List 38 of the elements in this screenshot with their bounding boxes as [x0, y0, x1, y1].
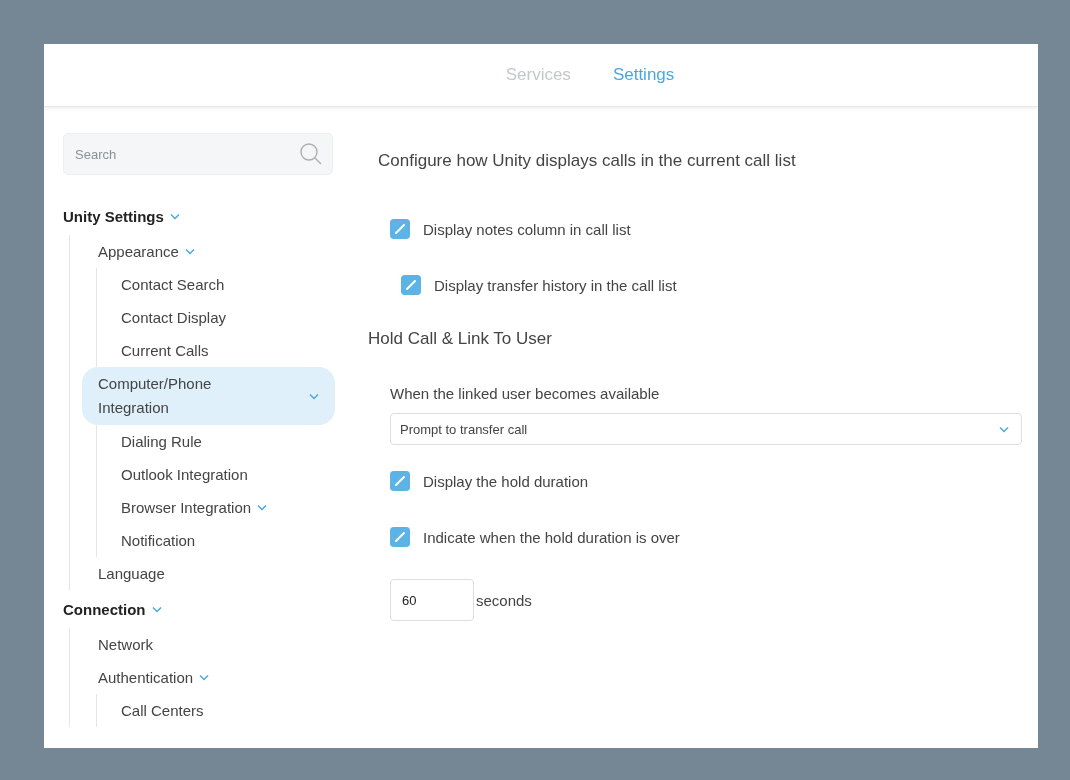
sidebar-item[interactable]: Dialing Rule: [105, 425, 333, 458]
checkbox-label: Display transfer history in the call list: [434, 276, 677, 294]
sidebar-item[interactable]: Notification: [105, 524, 333, 557]
field-label: When the linked user becomes available: [390, 385, 661, 402]
chevron-icon: [151, 605, 162, 613]
chevron-icon: [309, 392, 319, 400]
chevron-icon: [257, 504, 268, 511]
sidebar-item[interactable]: Unity Settings: [63, 197, 333, 235]
section-heading: Hold Call & Link To User: [368, 329, 553, 349]
sidebar-item[interactable]: Authentication: [82, 661, 333, 694]
dropdown[interactable]: Prompt to transfer call: [390, 413, 1022, 445]
chevron-icon: [169, 212, 180, 220]
checkbox[interactable]: [390, 471, 410, 491]
sidebar-item[interactable]: Appearance: [82, 235, 333, 268]
checkbox-label: Indicate when the hold duration is over: [423, 528, 680, 546]
chevron-icon: [199, 674, 210, 681]
search-field[interactable]: Search: [63, 133, 333, 175]
sidebar-item[interactable]: Connection: [63, 590, 333, 628]
sidebar-item[interactable]: Call Centers: [105, 694, 333, 727]
chevron-icon: [184, 248, 195, 255]
sidebar-item[interactable]: Network: [82, 628, 333, 661]
sidebar-item[interactable]: Computer/Phone Integration: [82, 367, 335, 425]
checkbox[interactable]: [390, 527, 410, 547]
page-heading: Configure how Unity displays calls in the current call list: [378, 151, 797, 171]
checkbox[interactable]: [401, 275, 421, 295]
sidebar-item[interactable]: Language: [82, 557, 333, 590]
unit-label: seconds: [476, 591, 532, 609]
number-field[interactable]: 60: [390, 579, 474, 621]
sidebar-item[interactable]: Browser Integration: [105, 491, 333, 524]
checkbox[interactable]: [390, 219, 410, 239]
sidebar-item[interactable]: Contact Display: [105, 301, 333, 334]
checkbox-label: Display notes column in call list: [423, 220, 631, 238]
sidebar-item[interactable]: Contact Search: [105, 268, 333, 301]
search-icon: [299, 142, 323, 166]
checkbox-label: Display the hold duration: [423, 472, 589, 490]
chevron-icon: [999, 425, 1009, 433]
sidebar-item[interactable]: Current Calls: [105, 334, 333, 367]
sidebar-item[interactable]: Outlook Integration: [105, 458, 333, 491]
